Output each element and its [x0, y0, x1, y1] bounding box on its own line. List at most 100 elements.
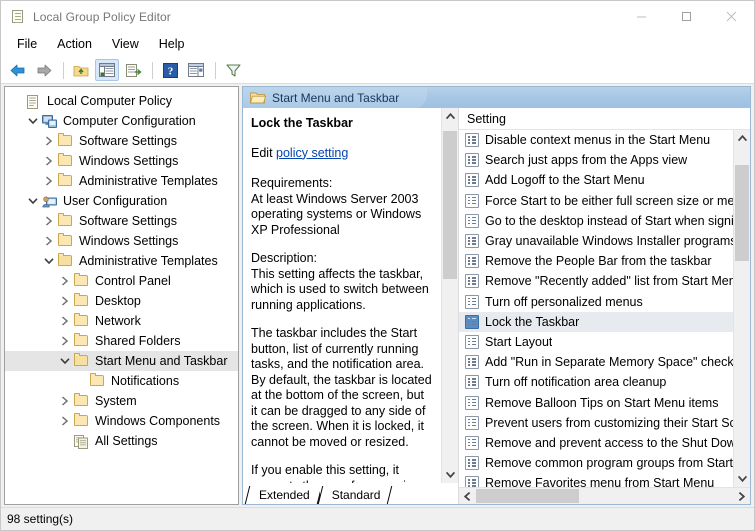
table-row[interactable]: Gray unavailable Windows Installer progr…	[459, 231, 733, 251]
description-paragraph-2: The taskbar includes the Start button, l…	[251, 326, 432, 449]
chevron-down-icon[interactable]	[25, 193, 41, 209]
settings-hscroll-thumb[interactable]	[476, 489, 579, 503]
detail-scroll-track[interactable]	[442, 125, 458, 466]
tree-item-computer-configuration[interactable]: Computer Configuration	[5, 111, 238, 131]
settings-hscroll-track[interactable]	[476, 488, 733, 504]
table-row[interactable]: Remove the People Bar from the taskbar	[459, 251, 733, 271]
settings-scroll-track[interactable]	[734, 147, 750, 470]
settings-list-rows[interactable]: Disable context menus in the Start Menu S…	[459, 130, 733, 487]
scroll-left-icon[interactable]	[459, 488, 476, 504]
table-row[interactable]: Go to the desktop instead of Start when …	[459, 211, 733, 231]
table-row[interactable]: Start Layout	[459, 332, 733, 352]
menu-file[interactable]: File	[7, 34, 47, 55]
table-row[interactable]: Remove and prevent access to the Shut Do…	[459, 433, 733, 453]
chevron-down-icon[interactable]	[25, 113, 41, 129]
table-row[interactable]: Force Start to be either full screen siz…	[459, 191, 733, 211]
scroll-down-icon[interactable]	[442, 466, 458, 483]
menu-action[interactable]: Action	[47, 34, 102, 55]
chevron-right-icon[interactable]	[57, 393, 73, 409]
maximize-button[interactable]	[664, 1, 709, 32]
table-row[interactable]: Prevent users from customizing their Sta…	[459, 413, 733, 433]
tree-item-administrative-templates[interactable]: Administrative Templates	[5, 251, 238, 271]
tree-item-system[interactable]: System	[5, 391, 238, 411]
table-row[interactable]: Disable context menus in the Start Menu	[459, 130, 733, 150]
policy-setting-icon	[465, 234, 479, 249]
show-hide-action-pane-icon[interactable]	[184, 59, 208, 81]
help-icon[interactable]: ?	[158, 59, 182, 81]
table-row[interactable]: Add Logoff to the Start Menu	[459, 170, 733, 190]
tab-standard[interactable]: Standard	[319, 486, 391, 504]
table-row[interactable]: Lock the Taskbar	[459, 311, 733, 332]
edit-policy-setting-link[interactable]: policy setting	[276, 146, 348, 160]
resize-grip-icon[interactable]	[738, 512, 752, 526]
column-header-setting[interactable]: Setting	[459, 112, 506, 126]
table-row[interactable]: Remove common program groups from Start …	[459, 453, 733, 473]
description-paragraph-1: This setting affects the taskbar, which …	[251, 266, 429, 312]
chevron-right-icon[interactable]	[41, 233, 57, 249]
chevron-right-icon[interactable]	[41, 133, 57, 149]
tree-item-all-settings[interactable]: All Settings	[5, 431, 238, 451]
settings-vertical-scrollbar[interactable]	[733, 130, 750, 487]
tree-item-local-computer-policy[interactable]: Local Computer Policy	[5, 91, 238, 111]
scroll-up-icon[interactable]	[442, 108, 458, 125]
up-folder-icon[interactable]	[69, 59, 93, 81]
chevron-down-icon[interactable]	[57, 353, 73, 369]
table-row[interactable]: Add "Run in Separate Memory Space" check…	[459, 352, 733, 372]
table-row[interactable]: Remove Balloon Tips on Start Menu items	[459, 392, 733, 412]
minimize-button[interactable]	[619, 1, 664, 32]
show-hide-console-tree-icon[interactable]	[95, 59, 119, 81]
chevron-down-icon[interactable]	[41, 253, 57, 269]
status-text: 98 setting(s)	[7, 512, 74, 526]
chevron-right-icon[interactable]	[57, 313, 73, 329]
forward-icon[interactable]	[32, 59, 56, 81]
tree-item-software-settings[interactable]: Software Settings	[5, 211, 238, 231]
tree-item-notifications[interactable]: Notifications	[5, 371, 238, 391]
tree-item-label: Software Settings	[79, 134, 177, 148]
tree-item-windows-settings[interactable]: Windows Settings	[5, 151, 238, 171]
settings-list-pane: Setting Disable context menus in the Sta…	[459, 108, 750, 504]
tree-item-software-settings[interactable]: Software Settings	[5, 131, 238, 151]
close-button[interactable]	[709, 1, 754, 32]
tree-item-label: Control Panel	[95, 274, 171, 288]
tree-item-windows-settings[interactable]: Windows Settings	[5, 231, 238, 251]
chevron-right-icon[interactable]	[41, 213, 57, 229]
results-pane-header: Start Menu and Taskbar	[242, 86, 751, 108]
tree-item-network[interactable]: Network	[5, 311, 238, 331]
tab-extended[interactable]: Extended	[247, 486, 320, 504]
chevron-right-icon[interactable]	[57, 413, 73, 429]
scroll-down-icon[interactable]	[734, 470, 750, 487]
setting-name: Turn off personalized menus	[485, 294, 643, 309]
back-icon[interactable]	[6, 59, 30, 81]
tree-item-windows-components[interactable]: Windows Components	[5, 411, 238, 431]
setting-name: Disable context menus in the Start Menu	[485, 133, 711, 148]
settings-horizontal-scrollbar[interactable]	[459, 487, 750, 504]
chevron-right-icon[interactable]	[57, 333, 73, 349]
export-list-icon[interactable]	[121, 59, 145, 81]
chevron-right-icon[interactable]	[57, 273, 73, 289]
description-label: Description:	[251, 251, 317, 265]
console-tree-pane[interactable]: Local Computer Policy Computer Configurat…	[4, 86, 239, 505]
chevron-right-icon[interactable]	[41, 153, 57, 169]
tree-item-desktop[interactable]: Desktop	[5, 291, 238, 311]
scroll-right-icon[interactable]	[733, 488, 750, 504]
table-row[interactable]: Remove Favorites menu from Start Menu	[459, 473, 733, 487]
table-row[interactable]: Remove "Recently added" list from Start …	[459, 271, 733, 291]
filter-icon[interactable]	[221, 59, 245, 81]
tree-item-label: All Settings	[95, 434, 158, 448]
table-row[interactable]: Turn off personalized menus	[459, 292, 733, 312]
scroll-up-icon[interactable]	[734, 130, 750, 147]
detail-vertical-scrollbar[interactable]	[441, 108, 458, 483]
chevron-right-icon[interactable]	[57, 293, 73, 309]
tree-item-administrative-templates[interactable]: Administrative Templates	[5, 171, 238, 191]
tree-item-control-panel[interactable]: Control Panel	[5, 271, 238, 291]
table-row[interactable]: Turn off notification area cleanup	[459, 372, 733, 392]
detail-scroll-thumb[interactable]	[443, 131, 457, 279]
tree-item-user-configuration[interactable]: User Configuration	[5, 191, 238, 211]
chevron-right-icon[interactable]	[41, 173, 57, 189]
menu-view[interactable]: View	[102, 34, 149, 55]
table-row[interactable]: Search just apps from the Apps view	[459, 150, 733, 170]
menu-help[interactable]: Help	[149, 34, 195, 55]
settings-scroll-thumb[interactable]	[735, 165, 749, 261]
tree-item-shared-folders[interactable]: Shared Folders	[5, 331, 238, 351]
tree-item-start-menu-and-taskbar[interactable]: Start Menu and Taskbar	[5, 351, 238, 371]
